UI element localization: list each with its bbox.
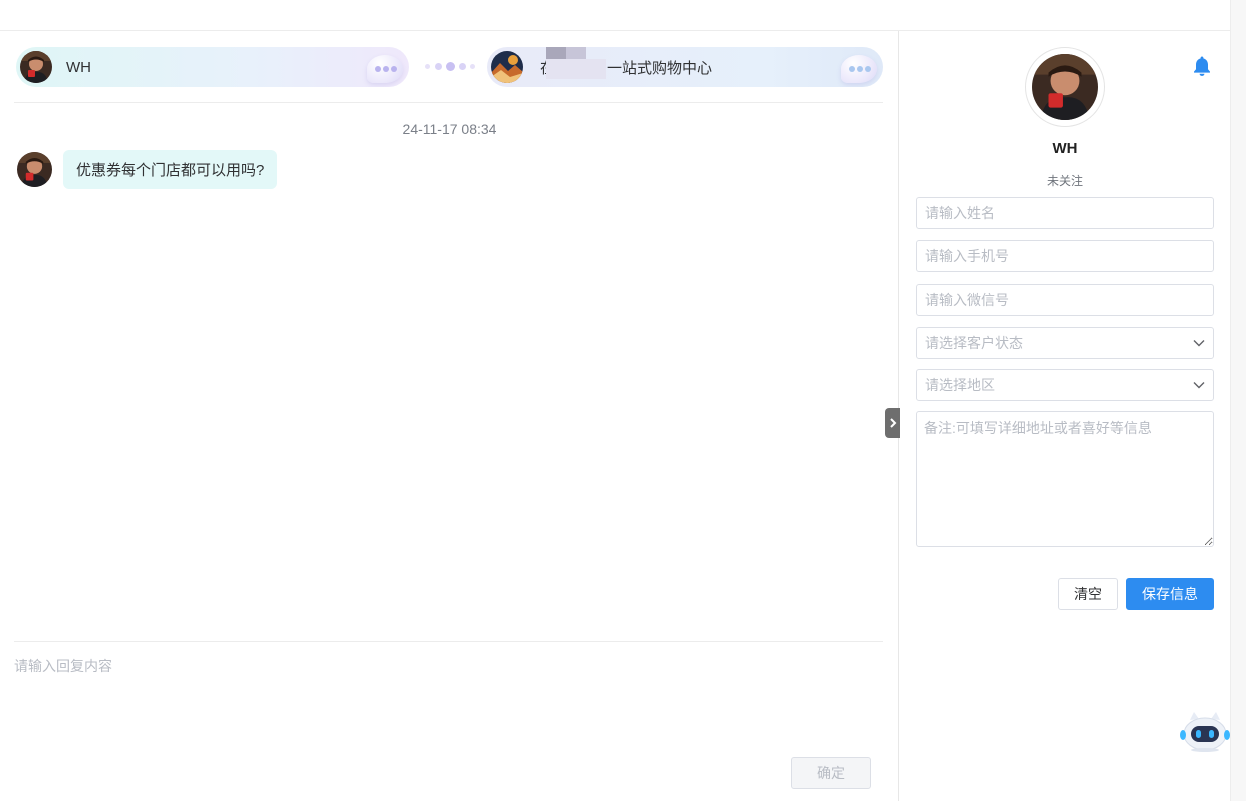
chat-header: WH 在一站式购物中心 xyxy=(14,31,883,103)
phone-field[interactable] xyxy=(916,240,1214,272)
message-timestamp: 24-11-17 08:34 xyxy=(402,121,497,137)
bell-icon[interactable] xyxy=(1192,55,1212,77)
message-bubble: 优惠券每个门店都可以用吗? xyxy=(63,150,278,189)
redaction-mosaic xyxy=(546,47,618,79)
wechat-field[interactable] xyxy=(916,284,1214,316)
region-select-placeholder: 请选择地区 xyxy=(925,377,995,393)
shop-avatar xyxy=(491,51,523,83)
customer-pill[interactable]: WH xyxy=(16,47,409,87)
chat-bubble-icon xyxy=(841,55,877,83)
chat-area: WH 在一站式购物中心 xyxy=(0,31,899,801)
chevron-down-icon xyxy=(1193,382,1205,389)
customer-status-select[interactable]: 请选择客户状态 xyxy=(916,327,1214,359)
customer-profile-avatar xyxy=(1025,47,1105,127)
customer-info-panel: WH 未关注 请选择客户状态 请选择地区 清空 保存信息 xyxy=(900,31,1230,801)
shop-name-end: 一站式购物中心 xyxy=(607,59,713,77)
chat-bubble-icon xyxy=(367,55,403,83)
name-field[interactable] xyxy=(916,197,1214,229)
wechat-input[interactable] xyxy=(925,292,1205,308)
follow-status: 未关注 xyxy=(1046,174,1083,188)
region-select[interactable]: 请选择地区 xyxy=(916,369,1214,401)
top-bar xyxy=(0,0,1230,31)
remark-textarea[interactable] xyxy=(916,411,1214,547)
message-row: 优惠券每个门店都可以用吗? xyxy=(17,150,278,189)
status-select-placeholder: 请选择客户状态 xyxy=(925,335,1023,351)
confirm-button[interactable]: 确定 xyxy=(791,757,871,789)
reply-input[interactable] xyxy=(14,656,883,746)
customer-avatar xyxy=(20,51,52,83)
chevron-right-icon xyxy=(889,418,896,428)
robot-icon[interactable] xyxy=(1180,710,1230,752)
connector-dots xyxy=(425,62,475,71)
phone-input[interactable] xyxy=(925,248,1205,264)
shop-pill[interactable]: 在一站式购物中心 xyxy=(487,47,883,87)
customer-avatar xyxy=(17,152,52,187)
collapse-panel-button[interactable] xyxy=(885,408,900,438)
name-input[interactable] xyxy=(925,205,1205,221)
customer-name-label: WH xyxy=(66,58,91,76)
avatar xyxy=(1032,54,1098,120)
window-scrollbar[interactable] xyxy=(1230,0,1246,801)
clear-button[interactable]: 清空 xyxy=(1058,578,1118,610)
chevron-down-icon xyxy=(1193,340,1205,347)
compose-area: 确定 xyxy=(14,641,883,801)
shop-name-label: 在一站式购物中心 xyxy=(540,47,713,79)
customer-name: WH xyxy=(1052,140,1078,157)
save-info-button[interactable]: 保存信息 xyxy=(1126,578,1214,610)
